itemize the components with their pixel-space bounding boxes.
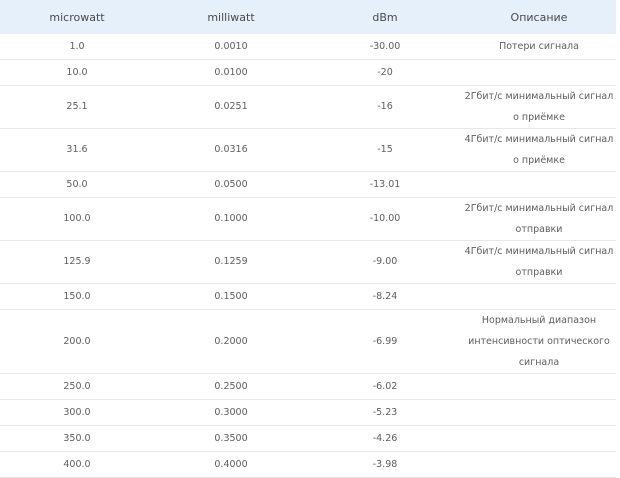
cell-milliwatt: 0.3500 [154, 425, 308, 452]
cell-microwatt: 25.1 [0, 85, 154, 129]
header-row: microwatt milliwatt dBm Описание [0, 0, 616, 34]
table-row: 400.0 0.4000 -3.98 [0, 451, 616, 478]
table-row: 31.6 0.0316 -15 4Гбит/с минимальный сигн… [0, 128, 616, 172]
cell-milliwatt: 0.0500 [154, 171, 308, 198]
cell-milliwatt: 0.0316 [154, 128, 308, 172]
cell-description [462, 59, 616, 86]
cell-description [462, 171, 616, 198]
table-row: 200.0 0.2000 -6.99 Нормальный диапазон и… [0, 309, 616, 374]
cell-milliwatt: 0.0100 [154, 59, 308, 86]
cell-milliwatt: 0.1259 [154, 240, 308, 284]
table-row: 150.0 0.1500 -8.24 [0, 283, 616, 310]
cell-description [462, 399, 616, 426]
cell-microwatt: 10.0 [0, 59, 154, 86]
cell-dbm: -3.98 [308, 451, 462, 478]
header-description: Описание [462, 0, 616, 34]
cell-description: Потери сигнала [462, 34, 616, 60]
table-body: 1.0 0.0010 -30.00 Потери сигнала 10.0 0.… [0, 34, 616, 478]
table-row: 250.0 0.2500 -6.02 [0, 373, 616, 400]
cell-description: 2Гбит/с минимальный сигнал отправки [462, 197, 616, 241]
cell-dbm: -6.02 [308, 373, 462, 400]
cell-description [462, 425, 616, 452]
table-row: 1.0 0.0010 -30.00 Потери сигнала [0, 34, 616, 60]
cell-microwatt: 350.0 [0, 425, 154, 452]
cell-milliwatt: 0.0251 [154, 85, 308, 129]
cell-milliwatt: 0.4000 [154, 451, 308, 478]
cell-microwatt: 1.0 [0, 34, 154, 60]
cell-dbm: -20 [308, 59, 462, 86]
cell-milliwatt: 0.0010 [154, 34, 308, 60]
cell-description [462, 373, 616, 400]
cell-dbm: -15 [308, 128, 462, 172]
cell-dbm: -9.00 [308, 240, 462, 284]
cell-microwatt: 400.0 [0, 451, 154, 478]
table-row: 10.0 0.0100 -20 [0, 59, 616, 86]
cell-description [462, 283, 616, 310]
cell-microwatt: 300.0 [0, 399, 154, 426]
power-conversion-table: microwatt milliwatt dBm Описание 1.0 0.0… [0, 0, 616, 478]
cell-dbm: -30.00 [308, 34, 462, 60]
cell-dbm: -13.01 [308, 171, 462, 198]
table-row: 350.0 0.3500 -4.26 [0, 425, 616, 452]
table-row: 300.0 0.3000 -5.23 [0, 399, 616, 426]
header-microwatt: microwatt [0, 0, 154, 34]
cell-microwatt: 250.0 [0, 373, 154, 400]
table-header: microwatt milliwatt dBm Описание [0, 0, 616, 34]
cell-dbm: -10.00 [308, 197, 462, 241]
cell-dbm: -16 [308, 85, 462, 129]
cell-microwatt: 50.0 [0, 171, 154, 198]
cell-microwatt: 100.0 [0, 197, 154, 241]
table-row: 25.1 0.0251 -16 2Гбит/с минимальный сигн… [0, 85, 616, 129]
cell-description: 4Гбит/с минимальный сигнал о приёмке [462, 128, 616, 172]
cell-milliwatt: 0.3000 [154, 399, 308, 426]
cell-milliwatt: 0.2500 [154, 373, 308, 400]
table-row: 125.9 0.1259 -9.00 4Гбит/с минимальный с… [0, 240, 616, 284]
cell-dbm: -5.23 [308, 399, 462, 426]
table-row: 50.0 0.0500 -13.01 [0, 171, 616, 198]
cell-microwatt: 125.9 [0, 240, 154, 284]
header-milliwatt: milliwatt [154, 0, 308, 34]
cell-dbm: -8.24 [308, 283, 462, 310]
cell-milliwatt: 0.1500 [154, 283, 308, 310]
cell-microwatt: 31.6 [0, 128, 154, 172]
cell-milliwatt: 0.1000 [154, 197, 308, 241]
cell-dbm: -6.99 [308, 309, 462, 374]
header-dbm: dBm [308, 0, 462, 34]
cell-milliwatt: 0.2000 [154, 309, 308, 374]
cell-description: Нормальный диапазон интенсивности оптиче… [462, 309, 616, 374]
cell-description [462, 451, 616, 478]
cell-microwatt: 150.0 [0, 283, 154, 310]
cell-microwatt: 200.0 [0, 309, 154, 374]
cell-dbm: -4.26 [308, 425, 462, 452]
table-row: 100.0 0.1000 -10.00 2Гбит/с минимальный … [0, 197, 616, 241]
cell-description: 2Гбит/с минимальный сигнал о приёмке [462, 85, 616, 129]
cell-description: 4Гбит/с минимальный сигнал отправки [462, 240, 616, 284]
